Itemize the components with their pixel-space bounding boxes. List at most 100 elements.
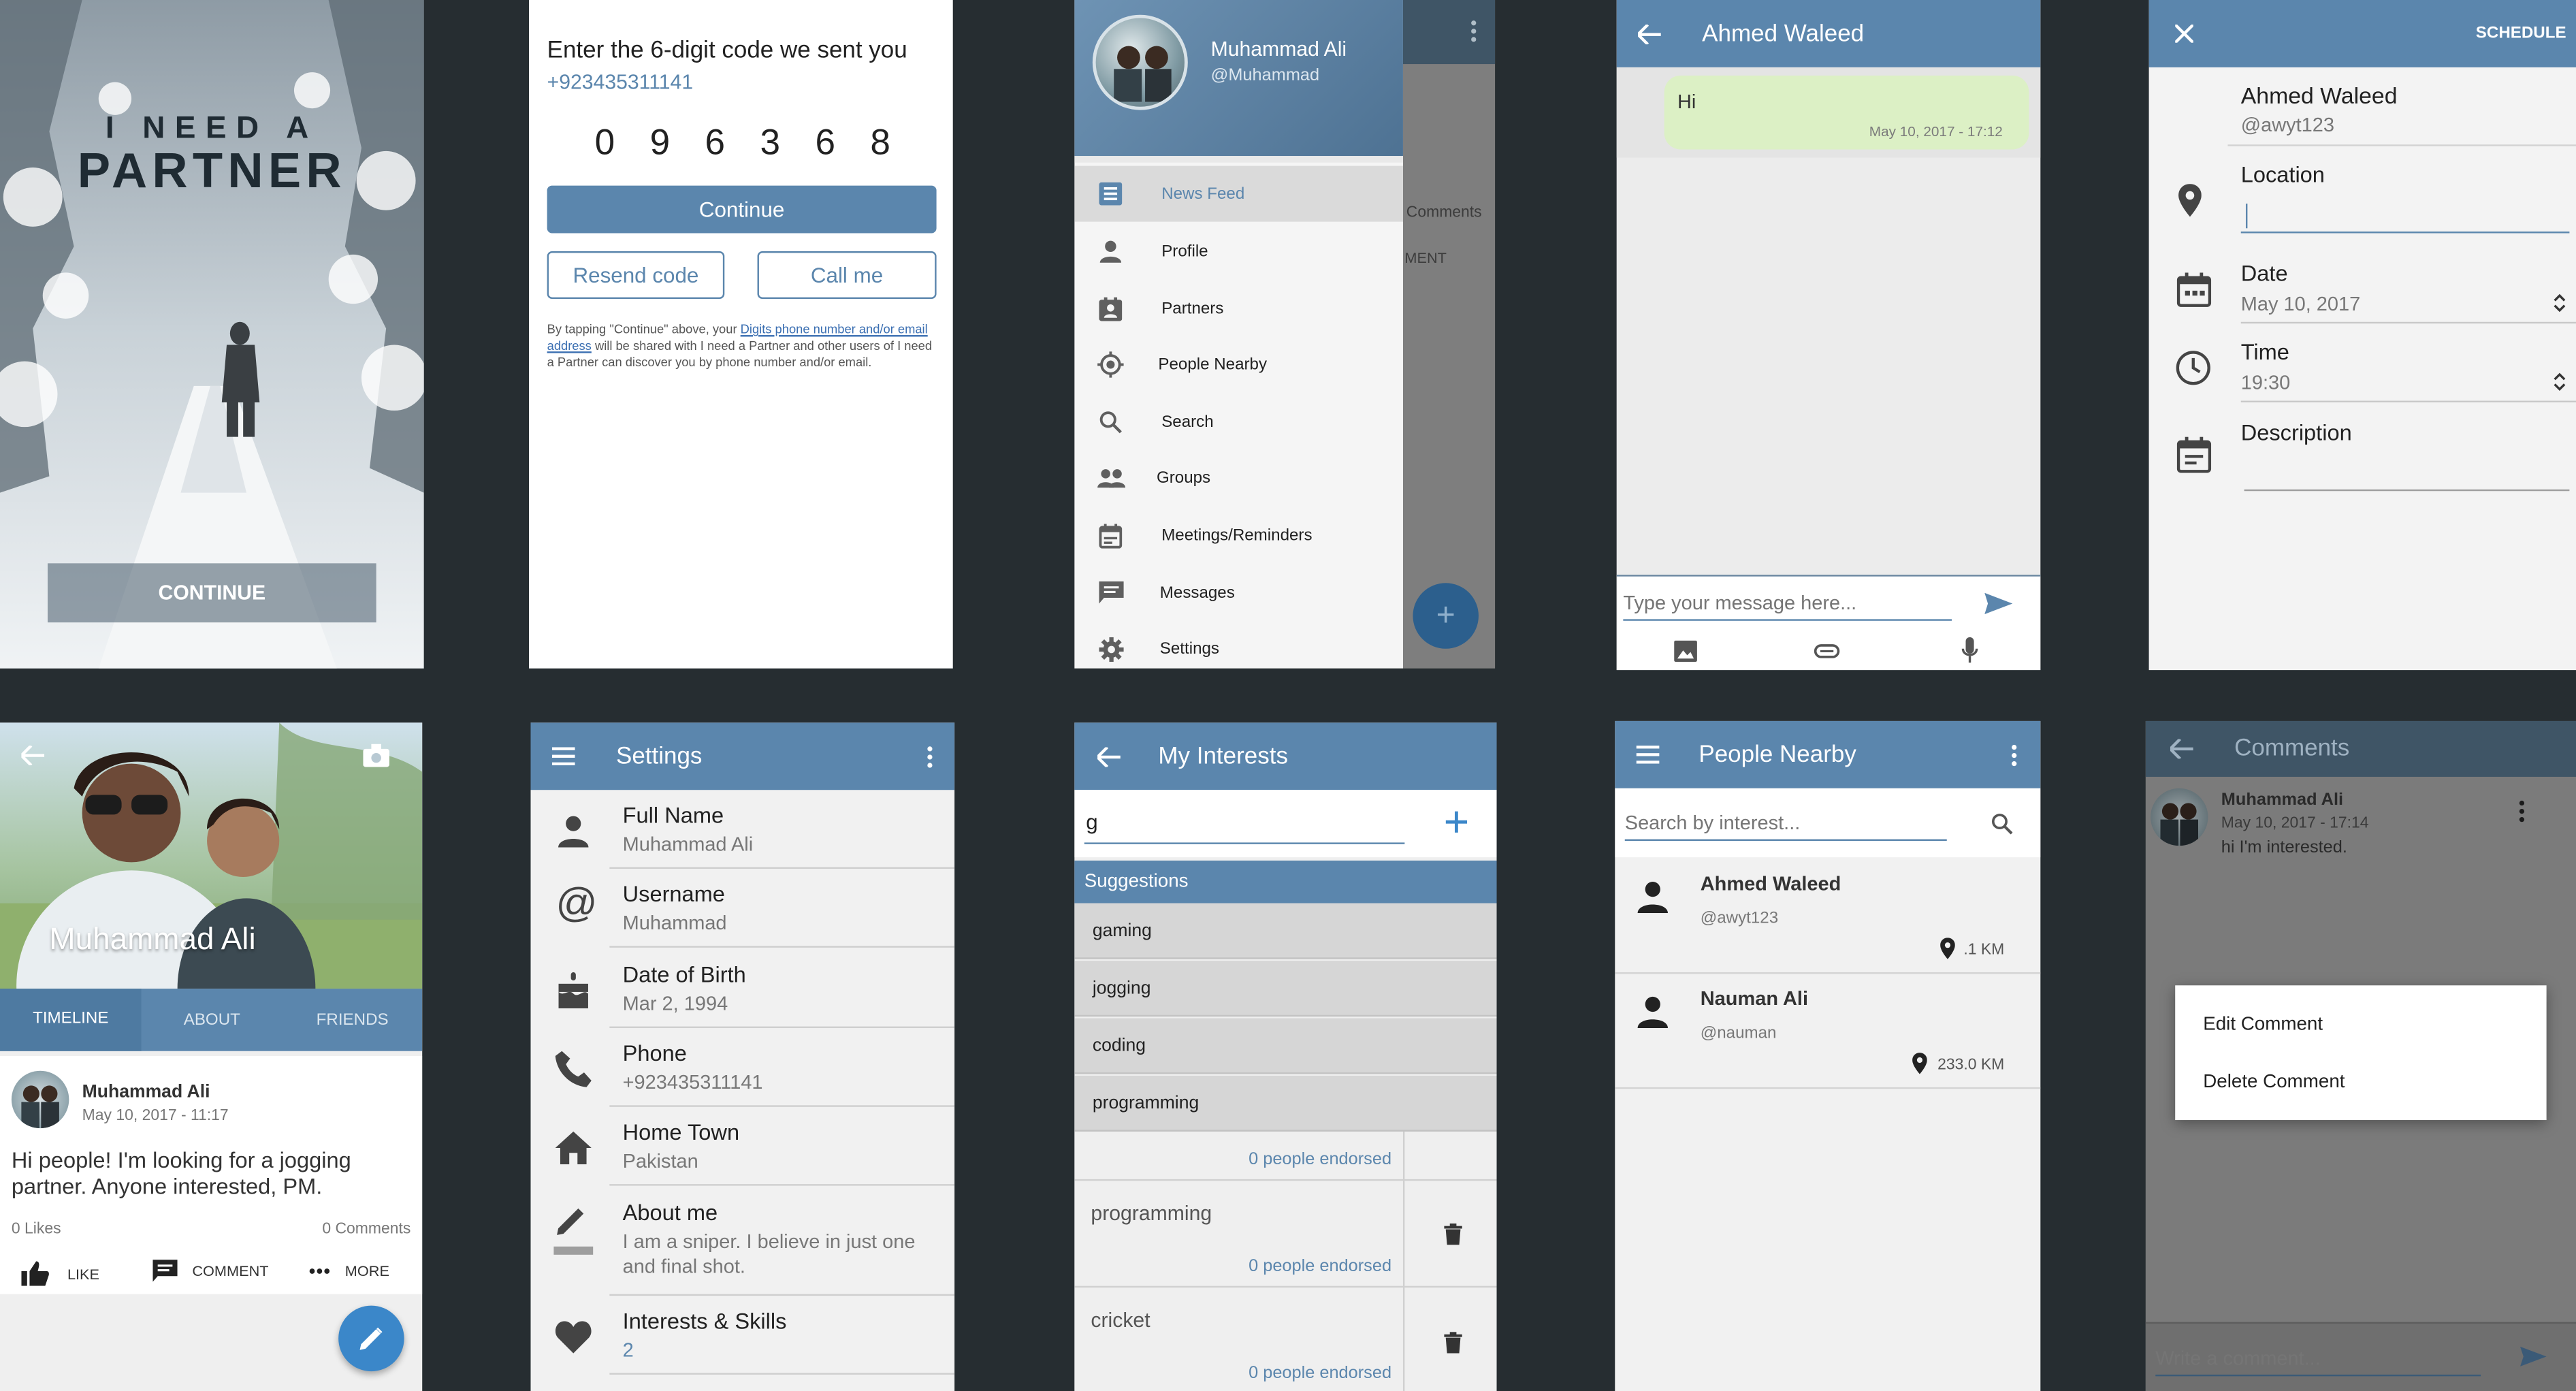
avatar bbox=[2151, 788, 2208, 846]
interest-item[interactable]: cricket 0 people endorsed bbox=[1074, 1288, 1403, 1391]
schedule-name: Ahmed Waleed bbox=[2240, 82, 2398, 109]
add-plus-icon[interactable] bbox=[1444, 810, 1467, 833]
comments-title: Comments bbox=[2234, 735, 2350, 763]
description-input[interactable] bbox=[2244, 453, 2570, 492]
person-icon bbox=[1637, 995, 1669, 1028]
suggestion-item[interactable]: jogging bbox=[1074, 961, 1497, 1017]
drawer-item-label: Meetings/Reminders bbox=[1161, 526, 1313, 545]
hamburger-menu-icon[interactable] bbox=[1636, 745, 1660, 765]
more-vert-icon[interactable] bbox=[1466, 18, 1482, 45]
heart-icon bbox=[547, 1315, 600, 1358]
drawer-item-people-nearby[interactable]: People Nearby bbox=[1074, 336, 1403, 392]
drawer-item-groups[interactable]: Groups bbox=[1074, 450, 1403, 506]
tab-timeline[interactable]: TIMELINE bbox=[0, 989, 142, 1051]
setting-full-name[interactable]: Full Name Muhammad Ali bbox=[530, 790, 955, 869]
suggestion-item[interactable]: coding bbox=[1074, 1018, 1497, 1074]
updown-arrows-icon[interactable] bbox=[2551, 370, 2568, 393]
navigation-drawer: Muhammad Ali @Muhammad News Feed Profile… bbox=[1074, 0, 1403, 669]
drawer-item-label: News Feed bbox=[1161, 185, 1245, 203]
back-arrow-icon[interactable] bbox=[20, 744, 46, 767]
like-button[interactable]: LIKE bbox=[21, 1261, 99, 1286]
comment-author[interactable]: Muhammad Ali bbox=[2221, 790, 2343, 810]
drawer-item-meetings[interactable]: Meetings/Reminders bbox=[1074, 507, 1403, 563]
verify-continue-button[interactable]: Continue bbox=[547, 185, 937, 234]
setting-about-me[interactable]: About me I am a sniper. I believe in jus… bbox=[530, 1187, 955, 1296]
suggestion-item[interactable]: gaming bbox=[1074, 903, 1497, 959]
tab-friends[interactable]: FRIENDS bbox=[283, 1011, 422, 1029]
person-list-item[interactable]: Nauman Ali @nauman 233.0 KM bbox=[1615, 974, 2041, 1089]
camera-icon[interactable] bbox=[361, 742, 391, 769]
setting-username[interactable]: @ Username Muhammad bbox=[530, 869, 955, 948]
suggestion-item[interactable]: programming bbox=[1074, 1075, 1497, 1132]
drawer-item-profile[interactable]: Profile bbox=[1074, 223, 1403, 279]
more-label: MORE bbox=[344, 1262, 389, 1280]
setting-value: Muhammad bbox=[622, 911, 727, 935]
code-digit: 3 bbox=[760, 121, 781, 163]
search-icon[interactable] bbox=[1990, 812, 2013, 835]
verify-heading: Enter the 6-digit code we sent you bbox=[547, 37, 907, 65]
setting-value: Mar 2, 1994 bbox=[622, 991, 728, 1015]
setting-interests-skills[interactable]: Interests & Skills 2 bbox=[530, 1296, 955, 1375]
delete-icon[interactable] bbox=[1443, 1222, 1462, 1245]
time-underline bbox=[2240, 400, 2576, 402]
row-divider bbox=[609, 946, 955, 948]
resend-code-button[interactable]: Resend code bbox=[547, 251, 725, 300]
comment-button[interactable]: COMMENT bbox=[152, 1260, 269, 1283]
post-author[interactable]: Muhammad Ali bbox=[82, 1083, 210, 1102]
comment-input[interactable] bbox=[2155, 1340, 2481, 1377]
comment-label: COMMENT bbox=[192, 1262, 269, 1280]
endorsed-count: 0 people endorsed bbox=[1249, 1363, 1392, 1383]
interest-input[interactable]: g bbox=[1084, 808, 1405, 844]
close-icon[interactable] bbox=[2174, 24, 2193, 44]
hamburger-menu-icon[interactable] bbox=[551, 746, 575, 766]
tab-about[interactable]: ABOUT bbox=[142, 1011, 283, 1029]
message-input[interactable] bbox=[1623, 584, 1952, 621]
setting-label: Phone bbox=[622, 1041, 687, 1066]
updown-arrows-icon[interactable] bbox=[2551, 291, 2568, 314]
date-value[interactable]: May 10, 2017 bbox=[2241, 292, 2360, 315]
location-input[interactable] bbox=[2240, 197, 2570, 234]
code-input[interactable]: 0 9 6 3 6 8 bbox=[595, 121, 890, 164]
drawer-item-messages[interactable]: Messages bbox=[1074, 565, 1403, 621]
delete-icon[interactable] bbox=[1443, 1330, 1462, 1354]
setting-phone[interactable]: Phone +923435311141 bbox=[530, 1028, 955, 1107]
interest-name: cricket bbox=[1091, 1309, 1150, 1332]
microphone-icon[interactable] bbox=[1961, 637, 1978, 664]
send-icon[interactable] bbox=[2520, 1345, 2547, 1366]
comments-count: 0 Comments bbox=[322, 1220, 411, 1238]
more-vert-icon[interactable] bbox=[2519, 800, 2526, 823]
call-me-button[interactable]: Call me bbox=[757, 251, 937, 300]
drawer-item-search[interactable]: Search bbox=[1074, 394, 1403, 450]
more-button[interactable]: MORE bbox=[309, 1263, 389, 1279]
comment-icon bbox=[152, 1260, 178, 1283]
setting-date-of-birth[interactable]: Date of Birth Mar 2, 1994 bbox=[530, 949, 955, 1028]
continue-button[interactable]: CONTINUE bbox=[47, 563, 376, 623]
settings-title: Settings bbox=[615, 743, 703, 770]
dimmed-fab[interactable]: + bbox=[1413, 583, 1479, 649]
more-vert-icon[interactable] bbox=[2011, 743, 2018, 766]
setting-value: Muhammad Ali bbox=[622, 832, 754, 856]
back-arrow-icon[interactable] bbox=[1096, 743, 1123, 769]
send-icon[interactable] bbox=[1983, 591, 2012, 614]
setting-label: Interests & Skills bbox=[622, 1309, 787, 1334]
drawer-item-partners[interactable]: Partners bbox=[1074, 281, 1403, 336]
delete-comment-menu-item[interactable]: Delete Comment bbox=[2175, 1056, 2546, 1108]
edit-fab[interactable] bbox=[338, 1305, 404, 1372]
avatar bbox=[11, 1070, 69, 1129]
more-vert-icon[interactable] bbox=[927, 745, 933, 768]
time-value[interactable]: 19:30 bbox=[2241, 371, 2290, 394]
interest-item[interactable]: programming 0 people endorsed bbox=[1074, 1181, 1403, 1285]
edit-comment-menu-item[interactable]: Edit Comment bbox=[2175, 999, 2546, 1051]
back-arrow-icon[interactable] bbox=[1637, 20, 1663, 47]
setting-home-town[interactable]: Home Town Pakistan bbox=[530, 1107, 955, 1186]
drawer-item-news-feed[interactable]: News Feed bbox=[1074, 165, 1403, 222]
calendar-icon bbox=[1078, 523, 1144, 548]
person-list-item[interactable]: Ahmed Waleed @awyt123 .1 KM bbox=[1615, 859, 2041, 974]
schedule-action-button[interactable]: SCHEDULE bbox=[2476, 25, 2566, 43]
back-arrow-icon[interactable] bbox=[2169, 736, 2195, 763]
interest-search-input[interactable] bbox=[1624, 804, 1947, 841]
attachment-icon[interactable] bbox=[1814, 642, 1840, 658]
profile-tabs: TIMELINE ABOUT FRIENDS bbox=[0, 989, 423, 1051]
image-icon[interactable] bbox=[1674, 639, 1697, 662]
drawer-item-settings[interactable]: Settings bbox=[1074, 621, 1403, 669]
